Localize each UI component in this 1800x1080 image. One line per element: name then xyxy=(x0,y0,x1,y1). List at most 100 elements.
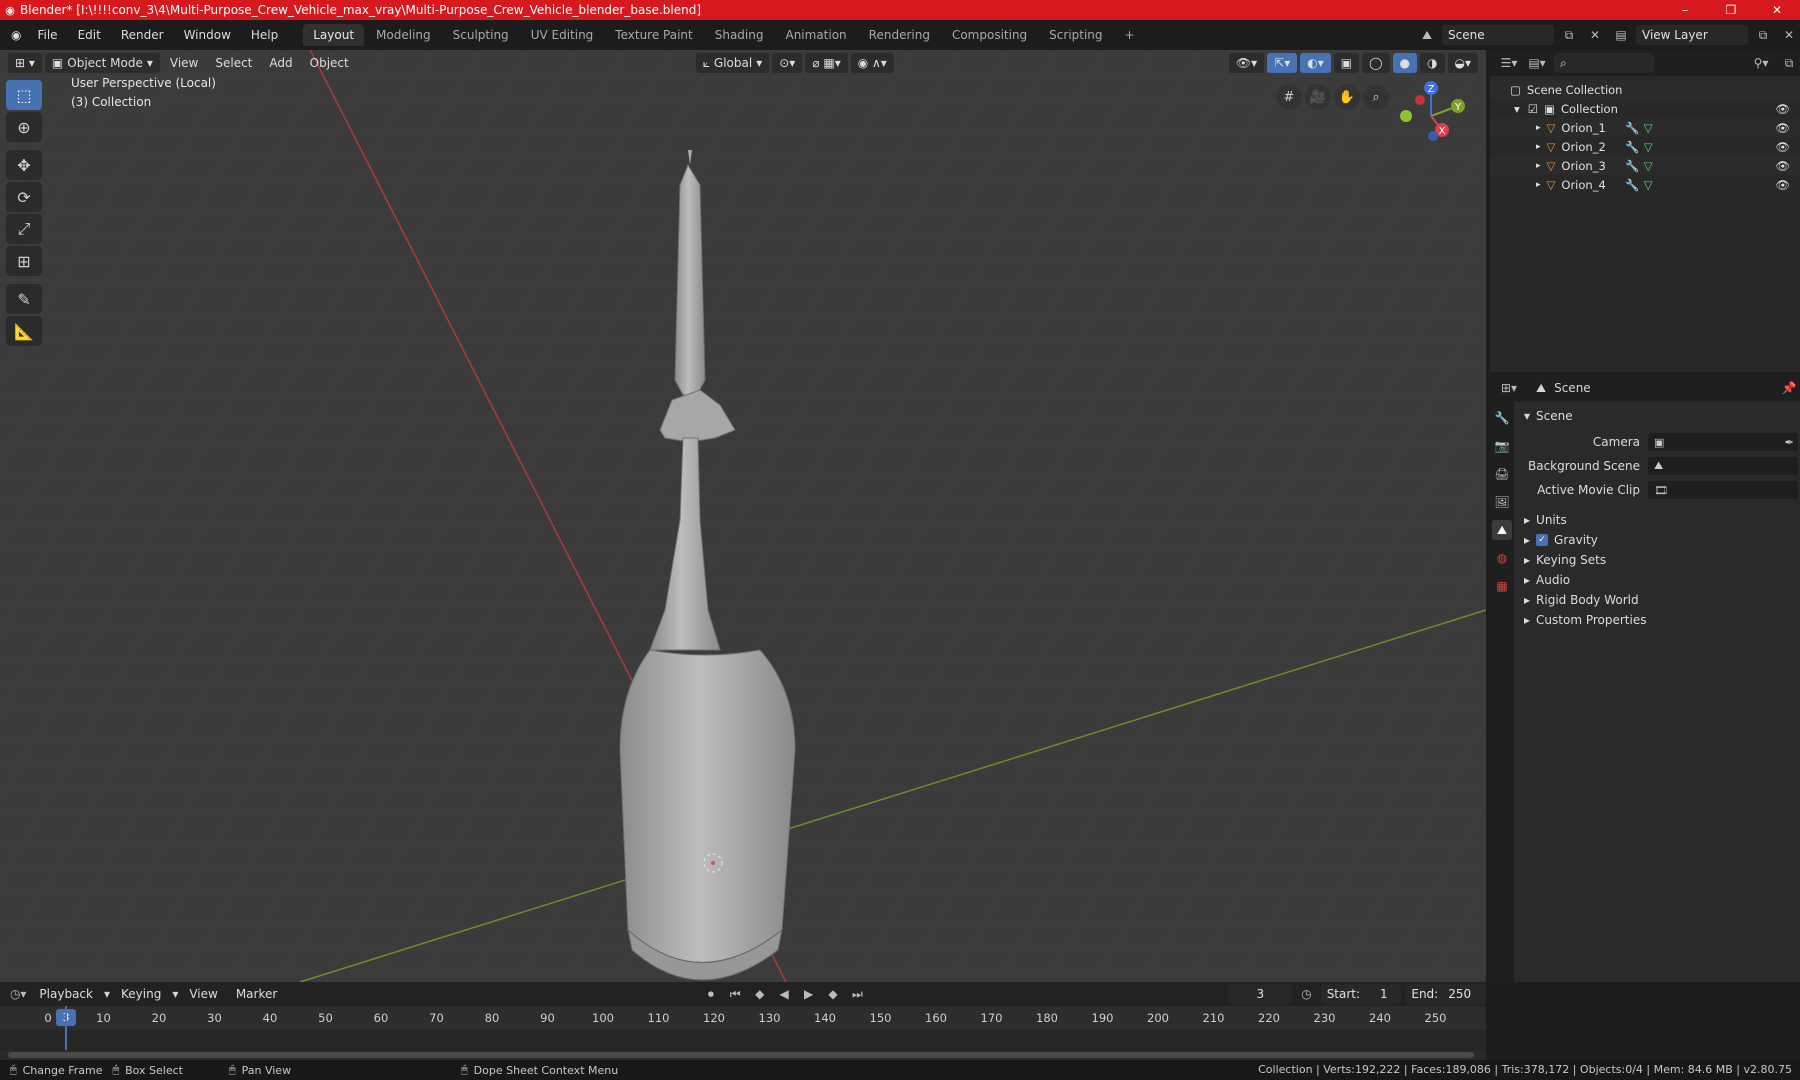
cursor-icon[interactable]: ⊕ xyxy=(6,112,42,142)
scene-icon[interactable]: ⛰ xyxy=(1416,25,1438,45)
eye-icon[interactable]: 👁 xyxy=(1775,102,1790,116)
gravity-panel-header[interactable]: ▸ ✓ Gravity xyxy=(1516,530,1798,550)
outliner-object-row[interactable]: ▸ ▽ Orion_2 🔧 ▽ 👁 xyxy=(1490,137,1800,156)
close-button[interactable]: ✕ xyxy=(1754,0,1800,20)
filter-icon[interactable]: ⚲▾ xyxy=(1750,53,1772,73)
rigid-body-world-panel-header[interactable]: ▸ Rigid Body World xyxy=(1516,590,1798,610)
minimize-button[interactable]: – xyxy=(1662,0,1708,20)
next-keyframe-icon[interactable]: ◆ xyxy=(823,984,843,1004)
background-scene-field[interactable]: ⛰ xyxy=(1648,457,1798,475)
annotate-icon[interactable]: ✎ xyxy=(6,284,42,314)
gizmo-toggle-icon[interactable]: ⇱▾ xyxy=(1267,53,1298,73)
custom-properties-panel-header[interactable]: ▸ Custom Properties xyxy=(1516,610,1798,630)
active-movie-clip-field[interactable]: 🎞 xyxy=(1648,481,1798,499)
view-layer-tab-icon[interactable]: 🖼 xyxy=(1492,492,1512,512)
preview-range-icon[interactable]: ◷ xyxy=(1296,984,1316,1004)
eyedropper-icon[interactable]: ✒ xyxy=(1785,436,1794,449)
tab-modeling[interactable]: Modeling xyxy=(366,24,441,46)
new-collection-icon[interactable]: ⧉ xyxy=(1778,53,1800,73)
tab-animation[interactable]: Animation xyxy=(775,24,856,46)
gravity-checkbox[interactable]: ✓ xyxy=(1536,534,1549,546)
view-layer-field[interactable]: View Layer xyxy=(1636,25,1748,45)
expand-arrow-icon[interactable]: ▸ xyxy=(1536,161,1541,171)
xray-icon[interactable]: ▣ xyxy=(1333,53,1360,73)
snap-icon[interactable]: ⌀ ▦▾ xyxy=(805,53,848,73)
camera-field[interactable]: ▣ ✒ xyxy=(1648,433,1798,451)
tab-shading[interactable]: Shading xyxy=(705,24,774,46)
expand-arrow-icon[interactable]: ▸ xyxy=(1536,123,1541,133)
visibility-icon[interactable]: 👁▾ xyxy=(1228,53,1265,73)
start-frame-field[interactable]: Start: 1 xyxy=(1320,984,1402,1004)
menu-file[interactable]: File xyxy=(28,25,66,45)
add-workspace-button[interactable]: + xyxy=(1115,24,1145,46)
menu-add[interactable]: Add xyxy=(262,54,299,72)
play-icon[interactable]: ▶ xyxy=(798,984,818,1004)
outliner-search-input[interactable]: ⌕ xyxy=(1554,53,1654,73)
select-box-icon[interactable]: ⬚ xyxy=(6,80,42,110)
overlay-toggle-icon[interactable]: ◐▾ xyxy=(1300,53,1331,73)
tab-layout[interactable]: Layout xyxy=(303,24,365,46)
eye-icon[interactable]: 👁 xyxy=(1775,140,1790,154)
current-frame-field[interactable]: 3 xyxy=(1228,984,1293,1004)
tab-sculpting[interactable]: Sculpting xyxy=(443,24,519,46)
audio-panel-header[interactable]: ▸ Audio xyxy=(1516,570,1798,590)
eye-icon[interactable]: 👁 xyxy=(1775,159,1790,173)
tab-texture-paint[interactable]: Texture Paint xyxy=(605,24,702,46)
grid-view-icon[interactable]: # xyxy=(1276,84,1302,110)
tool-tab-icon[interactable]: 🔧 xyxy=(1492,408,1512,428)
menu-playback[interactable]: Playback xyxy=(32,985,100,1003)
eye-icon[interactable]: 👁 xyxy=(1775,121,1790,135)
outliner-object-row[interactable]: ▸ ▽ Orion_1 🔧 ▽ 👁 xyxy=(1490,118,1800,137)
expand-arrow-icon[interactable]: ▸ xyxy=(1536,180,1541,190)
proportional-edit-icon[interactable]: ◉ ∧▾ xyxy=(850,53,894,73)
menu-marker[interactable]: Marker xyxy=(229,985,284,1003)
orientation-dropdown[interactable]: ⟀ Global ▾ xyxy=(695,53,770,73)
world-tab-icon[interactable]: ◍ xyxy=(1492,548,1512,568)
output-tab-icon[interactable]: 🖨 xyxy=(1492,464,1512,484)
menu-view[interactable]: View xyxy=(182,985,224,1003)
pan-hand-icon[interactable]: ✋ xyxy=(1334,84,1360,110)
editor-type-button[interactable]: ⊞ ▾ xyxy=(8,53,42,73)
prev-keyframe-icon[interactable]: ◆ xyxy=(750,984,770,1004)
zoom-icon[interactable]: ⌕ xyxy=(1363,84,1389,110)
record-icon[interactable]: ⏺ xyxy=(701,984,721,1004)
tab-compositing[interactable]: Compositing xyxy=(942,24,1037,46)
editor-type-icon[interactable]: ◷▾ xyxy=(8,984,28,1004)
editor-type-icon[interactable]: ☰▾ xyxy=(1498,53,1520,73)
delete-scene-icon[interactable]: ✕ xyxy=(1584,25,1606,45)
maximize-button[interactable]: ❐ xyxy=(1708,0,1754,20)
menu-render[interactable]: Render xyxy=(112,25,173,45)
eye-icon[interactable]: 👁 xyxy=(1775,178,1790,192)
tab-uv-editing[interactable]: UV Editing xyxy=(521,24,604,46)
transform-icon[interactable]: ⊞ xyxy=(6,246,42,276)
timeline-track[interactable] xyxy=(0,1006,1486,1050)
pin-icon[interactable]: 📌 xyxy=(1778,378,1800,398)
timeline-ruler[interactable]: 0 10 20 30 40 50 60 70 80 90 100 110 120 130 140 150 160… xyxy=(0,1006,1486,1030)
display-mode-icon[interactable]: ▤▾ xyxy=(1526,53,1548,73)
scene-field[interactable]: Scene xyxy=(1442,25,1554,45)
menu-window[interactable]: Window xyxy=(175,25,240,45)
axis-gizmo[interactable]: Z Y X xyxy=(1396,76,1476,156)
blender-menu-icon[interactable]: ◉ xyxy=(6,25,26,45)
camera-view-icon[interactable]: 🎥 xyxy=(1305,84,1331,110)
menu-help[interactable]: Help xyxy=(242,25,287,45)
scene-panel-header[interactable]: ▾ Scene xyxy=(1516,406,1798,426)
outliner-object-row[interactable]: ▸ ▽ Orion_4 🔧 ▽ 👁 xyxy=(1490,175,1800,194)
new-scene-icon[interactable]: ⧉ xyxy=(1558,25,1580,45)
scale-icon[interactable]: ⤢ xyxy=(6,214,42,244)
delete-view-layer-icon[interactable]: ✕ xyxy=(1778,25,1800,45)
end-frame-field[interactable]: End: 250 xyxy=(1405,984,1487,1004)
checkbox-icon[interactable]: ☑ xyxy=(1528,102,1538,116)
menu-edit[interactable]: Edit xyxy=(69,25,110,45)
outliner-object-row[interactable]: ▸ ▽ Orion_3 🔧 ▽ 👁 xyxy=(1490,156,1800,175)
view-layer-icon[interactable]: ▤ xyxy=(1610,25,1632,45)
shading-solid-icon[interactable]: ● xyxy=(1392,53,1418,73)
texture-tab-icon[interactable]: ▦ xyxy=(1492,576,1512,596)
keying-sets-panel-header[interactable]: ▸ Keying Sets xyxy=(1516,550,1798,570)
shading-wireframe-icon[interactable]: ◯ xyxy=(1362,53,1390,73)
new-view-layer-icon[interactable]: ⧉ xyxy=(1752,25,1774,45)
menu-keying[interactable]: Keying xyxy=(114,985,168,1003)
object-mode-dropdown[interactable]: ▣ Object Mode ▾ xyxy=(44,53,160,73)
shading-rendered-icon[interactable]: ◒▾ xyxy=(1447,53,1478,73)
menu-view[interactable]: View xyxy=(163,54,205,72)
